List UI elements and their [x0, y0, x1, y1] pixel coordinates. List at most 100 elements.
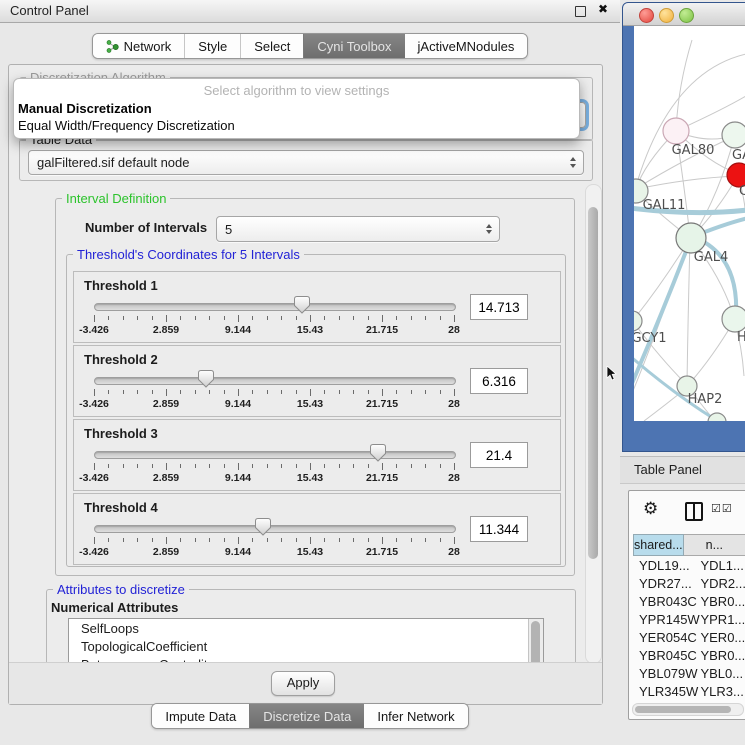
threshold-panel: Threshold 4 -3.4262.8599.14415.4321.7152… [73, 493, 561, 565]
numerical-attributes-list[interactable]: SelfLoopsTopologicalCoefficientBetweenne… [68, 618, 544, 662]
slider-track[interactable] [94, 451, 456, 459]
threshold-slider[interactable]: -3.4262.8599.14415.4321.71528 [94, 518, 454, 558]
slider-thumb[interactable] [198, 370, 214, 388]
tick-label: 21.715 [366, 472, 398, 484]
attribute-list-item[interactable]: TopologicalCoefficient [69, 637, 543, 655]
stepper-icon[interactable] [486, 224, 492, 235]
control-panel-titlebar: Control Panel ✖ [0, 0, 620, 23]
tick-label: -3.426 [79, 472, 109, 484]
tab-network-label: Network [124, 39, 172, 54]
table-row[interactable]: YDL19...YDL1... [633, 557, 745, 575]
attributes-scrollbar[interactable] [528, 619, 543, 662]
table-row[interactable]: YBL079WYBL0... [633, 665, 745, 683]
table-row[interactable]: YPR145WYPR1... [633, 611, 745, 629]
network-edge [637, 176, 738, 189]
network-node-label: C [739, 184, 745, 199]
attribute-list-item[interactable]: SelfLoops [69, 619, 543, 637]
numerical-attributes-heading: Numerical Attributes [51, 600, 178, 615]
tick-label: -3.426 [79, 324, 109, 336]
number-of-intervals-label: Number of Intervals [85, 220, 207, 235]
slider-thumb[interactable] [255, 518, 271, 536]
checkbox-icons[interactable]: ☑☑ [711, 502, 733, 515]
network-node[interactable] [722, 122, 745, 148]
network-edge [689, 321, 734, 384]
mouse-cursor [606, 366, 618, 381]
column-header-name[interactable]: n... [684, 534, 745, 556]
gear-icon[interactable]: ⚙ [643, 499, 658, 519]
network-node[interactable] [663, 118, 689, 144]
float-window-icon[interactable] [575, 6, 586, 17]
tick-label: 28 [448, 546, 460, 558]
network-tab-icon [106, 40, 119, 53]
network-node[interactable] [708, 413, 726, 421]
table-rows: YDL19...YDL1...YDR27...YDR2...YBR043CYBR… [633, 557, 745, 703]
tick-label: 15.43 [297, 546, 323, 558]
tab-infer-network[interactable]: Infer Network [364, 704, 467, 728]
network-node[interactable] [634, 311, 642, 331]
threshold-slider[interactable]: -3.4262.8599.14415.4321.71528 [94, 444, 454, 484]
stepper-icon[interactable] [570, 157, 576, 168]
threshold-slider[interactable]: -3.4262.8599.14415.4321.71528 [94, 296, 454, 336]
tab-network[interactable]: Network [93, 34, 185, 58]
thresholds-group-title: Threshold's Coordinates for 5 Intervals [73, 247, 304, 262]
network-node[interactable] [676, 223, 706, 253]
table-row[interactable]: YER054CYER0... [633, 629, 745, 647]
threshold-value-field[interactable] [470, 516, 528, 542]
threshold-slider[interactable]: -3.4262.8599.14415.4321.71528 [94, 370, 454, 410]
table-row[interactable]: YLR345WYLR3... [633, 683, 745, 701]
split-view-icon[interactable] [685, 502, 703, 521]
threshold-value-field[interactable] [470, 442, 528, 468]
tick-label: 21.715 [366, 324, 398, 336]
close-icon[interactable]: ✖ [598, 2, 608, 16]
cyni-toolbox-panel: Discretization Algorithm Table Data galF… [8, 64, 603, 705]
slider-track[interactable] [94, 377, 456, 385]
tab-discretize-data[interactable]: Discretize Data [249, 704, 364, 728]
scrollbar-thumb[interactable] [531, 621, 540, 662]
slider-thumb[interactable] [294, 296, 310, 314]
threshold-label: Threshold 1 [84, 278, 158, 293]
apply-button[interactable]: Apply [271, 671, 335, 696]
tab-select[interactable]: Select [240, 34, 303, 58]
scrollbar-thumb[interactable] [635, 706, 731, 713]
table-data-selected: galFiltered.sif default node [29, 155, 570, 170]
tab-style[interactable]: Style [184, 34, 240, 58]
table-row[interactable]: YDR27...YDR2... [633, 575, 745, 593]
slider-ticks [94, 537, 454, 545]
column-header-shared-name[interactable]: shared... [633, 534, 684, 556]
threshold-panel: Threshold 1 -3.4262.8599.14415.4321.7152… [73, 271, 561, 343]
threshold-label: Threshold 4 [84, 500, 158, 515]
network-node-label: GA [732, 148, 745, 163]
attribute-items: SelfLoopsTopologicalCoefficientBetweenne… [69, 619, 543, 662]
table-row[interactable]: YBR043CYBR0... [633, 593, 745, 611]
table-data-group: Table Data galFiltered.sif default node [19, 139, 593, 181]
algorithm-dropdown-popup: Select algorithm to view settings Manual… [13, 78, 580, 139]
threshold-value-field[interactable] [470, 294, 528, 320]
minimize-traffic-light-icon[interactable] [659, 8, 674, 23]
slider-thumb[interactable] [370, 444, 386, 462]
attribute-list-item[interactable]: BetweennessCentrality [69, 655, 543, 662]
network-canvas[interactable]: GAL80GACGAL11GAL4GCY1HHAP2 [634, 26, 745, 421]
tab-impute-data[interactable]: Impute Data [152, 704, 249, 728]
scrollbar-thumb[interactable] [588, 207, 598, 559]
settings-scrollbar[interactable] [585, 184, 602, 664]
network-node-label: GAL80 [672, 143, 715, 158]
close-traffic-light-icon[interactable] [639, 8, 654, 23]
table-data-combobox[interactable]: galFiltered.sif default node [28, 150, 584, 175]
attributes-group: Attributes to discretize Numerical Attri… [46, 589, 576, 662]
slider-track[interactable] [94, 525, 456, 533]
zoom-traffic-light-icon[interactable] [679, 8, 694, 23]
network-node[interactable] [722, 306, 745, 332]
table-panel-title: Table Panel [634, 462, 702, 477]
option-equal-width-frequency[interactable]: Equal Width/Frequency Discretization [18, 118, 235, 133]
network-node-label: GAL4 [694, 250, 728, 265]
tick-label: 9.144 [225, 324, 251, 336]
tab-cyni-toolbox[interactable]: Cyni Toolbox [303, 34, 404, 58]
table-hscrollbar[interactable] [632, 703, 744, 716]
apply-row: Apply [9, 662, 602, 704]
tab-jactivemnodules[interactable]: jActiveMNodules [405, 34, 528, 58]
slider-track[interactable] [94, 303, 456, 311]
number-of-intervals-combobox[interactable]: 5 [216, 216, 500, 242]
threshold-value-field[interactable] [470, 368, 528, 394]
option-manual-discretization[interactable]: Manual Discretization [18, 101, 152, 116]
table-row[interactable]: YBR045CYBR0... [633, 647, 745, 665]
